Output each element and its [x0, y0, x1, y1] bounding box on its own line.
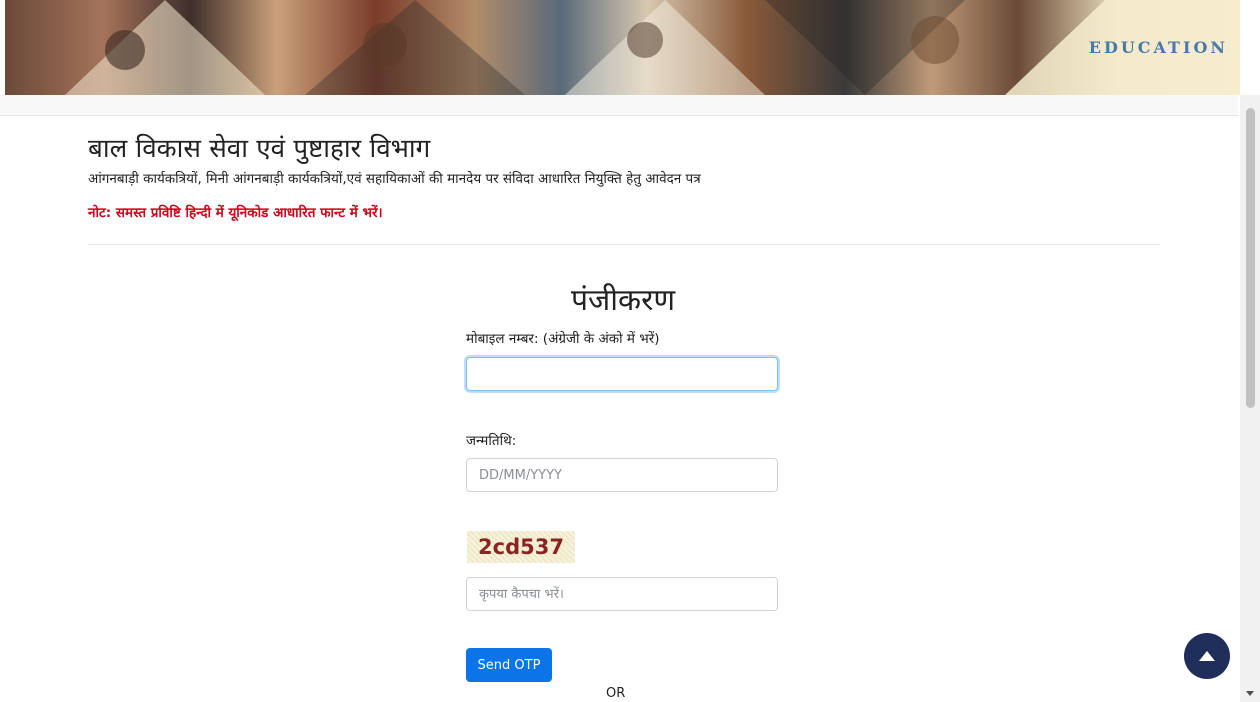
dob-input[interactable] — [466, 458, 778, 492]
header-banner: EDUCATION — [5, 0, 1240, 95]
unicode-note: नोट: समस्त प्रविष्टि हिन्दी में यूनिकोड … — [88, 205, 383, 221]
application-subtitle: आंगनबाड़ी कार्यकत्रियों, मिनी आंगनबाड़ी … — [88, 171, 701, 187]
or-separator: OR — [606, 686, 626, 701]
captcha-image: 2cd537 — [467, 531, 575, 563]
scroll-down-arrow-icon[interactable] — [1246, 691, 1254, 696]
banner-collage-image — [65, 0, 1240, 95]
page-header: बाल विकास सेवा एवं पुष्टाहार विभाग आंगनब… — [88, 132, 1160, 222]
captcha-input[interactable] — [466, 577, 778, 611]
department-title: बाल विकास सेवा एवं पुष्टाहार विभाग — [88, 134, 431, 164]
page-scrollbar[interactable] — [1240, 95, 1260, 702]
arrow-up-icon — [1199, 651, 1215, 661]
scroll-to-top-button[interactable] — [1184, 633, 1230, 679]
banner-education-text: EDUCATION — [1088, 38, 1228, 57]
mobile-input[interactable] — [466, 357, 778, 391]
banner-bottom-strip — [0, 95, 1238, 116]
send-otp-button[interactable]: Send OTP — [466, 648, 552, 682]
dob-label: जन्मतिथि: — [466, 433, 517, 449]
registration-title: पंजीकरण — [570, 283, 676, 318]
scrollbar-thumb[interactable] — [1246, 108, 1255, 408]
divider — [88, 244, 1160, 245]
mobile-label: मोबाइल नम्बर: (अंग्रेजी के अंको में भरें… — [466, 331, 660, 347]
